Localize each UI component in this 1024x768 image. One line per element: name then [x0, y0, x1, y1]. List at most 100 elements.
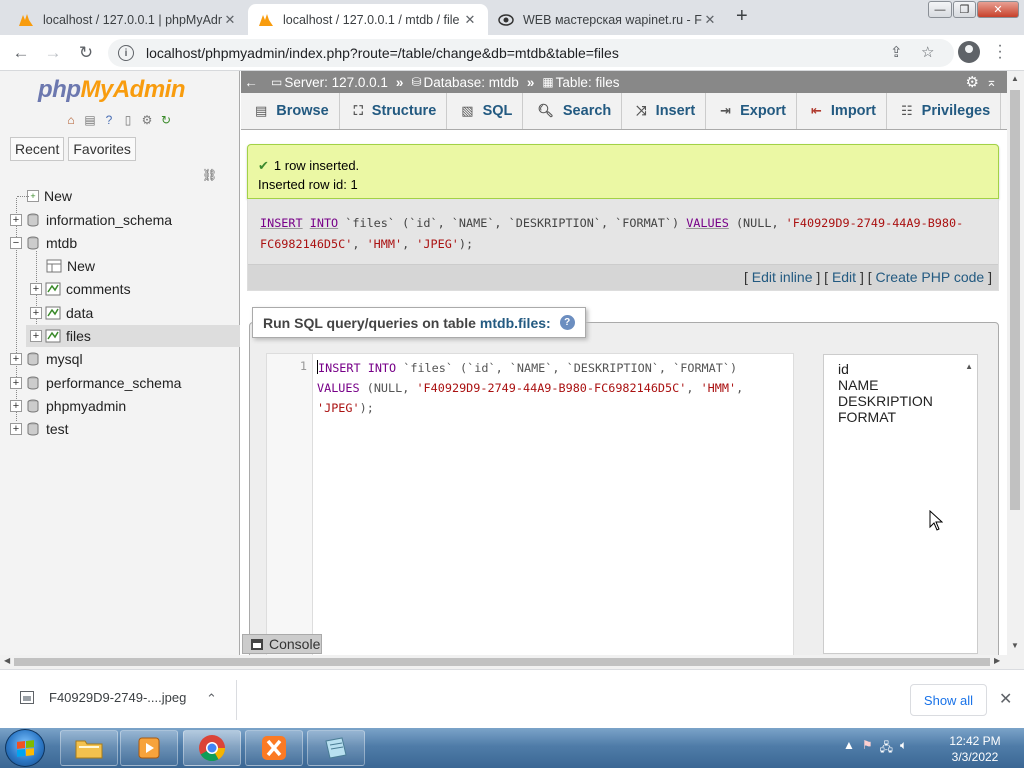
info-icon[interactable]: i: [118, 45, 134, 61]
settings-gear-icon[interactable]: ⚙: [139, 112, 155, 128]
tab-import[interactable]: ⇤ Import: [797, 93, 888, 129]
scroll-left-arrow-icon[interactable]: ◀: [4, 656, 10, 665]
expand-icon[interactable]: +: [10, 353, 22, 365]
show-hidden-icons-icon[interactable]: ▲: [843, 738, 855, 759]
tab-structure[interactable]: ⛶ Structure: [340, 93, 448, 129]
reload-button[interactable]: ↻: [73, 40, 99, 66]
tree-item-mysql[interactable]: + mysql: [10, 348, 83, 370]
expand-icon[interactable]: +: [30, 330, 42, 342]
breadcrumb-table[interactable]: ▦ Table: files: [542, 75, 619, 90]
new-tab-button[interactable]: +: [736, 5, 748, 28]
tree-item-phpmyadmin[interactable]: + phpmyadmin: [10, 395, 126, 417]
help-icon[interactable]: ?: [559, 315, 575, 330]
tab-browse[interactable]: ▤ Browse: [241, 93, 340, 129]
favorites-button[interactable]: Favorites: [68, 137, 136, 161]
browser-menu-icon[interactable]: · · ·: [996, 38, 1004, 66]
close-icon[interactable]: ✕: [222, 12, 238, 28]
tree-item-test[interactable]: + test: [10, 418, 69, 440]
vertical-scrollbar[interactable]: ▲ ▼: [1007, 71, 1024, 655]
close-icon[interactable]: ✕: [702, 12, 718, 28]
expand-icon[interactable]: +: [30, 307, 42, 319]
tree-item-files[interactable]: + files: [26, 325, 240, 347]
tree-item-mtdb-new[interactable]: New: [34, 255, 95, 277]
tab-sql[interactable]: ▧ SQL: [447, 93, 524, 129]
collapse-icon[interactable]: −: [10, 237, 22, 249]
logout-icon[interactable]: ▤: [82, 112, 98, 128]
breadcrumb-database[interactable]: ⛁ Database: mtdb: [411, 75, 518, 90]
edit-inline-link[interactable]: Edit inline: [752, 269, 813, 285]
column-list[interactable]: id NAME DESKRIPTION FORMAT ▲: [823, 354, 978, 654]
expand-icon[interactable]: +: [10, 214, 22, 226]
close-icon[interactable]: ✕: [462, 12, 478, 28]
scroll-right-arrow-icon[interactable]: ▶: [994, 656, 1000, 665]
phpmyadmin-logo[interactable]: phpMyAdmin: [38, 76, 185, 104]
forward-button[interactable]: →: [40, 40, 66, 66]
expand-icon[interactable]: +: [30, 283, 42, 295]
sql-editor-text[interactable]: INSERT INTO `files` (`id`, `NAME`, `DESK…: [317, 358, 787, 418]
browser-tab-files[interactable]: localhost / 127.0.0.1 / mtdb / file ✕: [248, 4, 488, 35]
browser-tab-wapinet[interactable]: WEB мастерская wapinet.ru - F4 ✕: [488, 4, 728, 35]
column-option[interactable]: id: [838, 361, 963, 377]
volume-icon[interactable]: 🔈︎: [900, 738, 907, 759]
taskbar-media-player[interactable]: [120, 730, 178, 766]
expand-icon[interactable]: +: [10, 423, 22, 435]
system-clock[interactable]: 12:42 PM 3/3/2022: [940, 733, 1010, 765]
tree-item-mtdb[interactable]: − mtdb: [10, 232, 77, 254]
scroll-thumb[interactable]: [1010, 90, 1020, 510]
start-button[interactable]: [5, 729, 45, 767]
create-php-code-link[interactable]: Create PHP code: [876, 269, 985, 285]
settings-gear-icon[interactable]: ⚙: [966, 73, 979, 91]
tree-item-information-schema[interactable]: + information_schema: [10, 209, 172, 231]
tree-item-data[interactable]: + data: [30, 302, 93, 324]
column-option[interactable]: NAME: [838, 377, 963, 393]
maximize-button[interactable]: ❐: [953, 1, 976, 18]
profile-avatar-icon[interactable]: [958, 41, 980, 63]
refresh-icon[interactable]: ↻: [158, 112, 174, 128]
address-bar[interactable]: i localhost/phpmyadmin/index.php?route=/…: [108, 39, 954, 67]
show-all-downloads-button[interactable]: Show all: [910, 684, 987, 716]
download-item[interactable]: F40929D9-2749-....jpeg: [20, 690, 186, 705]
action-center-flag-icon[interactable]: ⚑: [862, 738, 873, 759]
taskbar-xampp[interactable]: [245, 730, 303, 766]
taskbar-explorer[interactable]: [60, 730, 118, 766]
column-option[interactable]: DESKRIPTION: [838, 393, 963, 409]
console-toggle[interactable]: Console: [242, 634, 322, 654]
chevron-up-icon[interactable]: ⌃: [206, 691, 217, 707]
horizontal-scrollbar[interactable]: ◀ ▶: [0, 655, 1024, 669]
sql-editor[interactable]: 1 INSERT INTO `files` (`id`, `NAME`, `DE…: [266, 353, 794, 655]
back-button[interactable]: ←: [8, 40, 34, 66]
home-icon[interactable]: ⌂: [63, 112, 79, 128]
tab-search[interactable]: 🔍︎ Search: [523, 93, 623, 129]
bookmark-star-icon[interactable]: ☆: [921, 43, 934, 61]
edit-link[interactable]: Edit: [832, 269, 856, 285]
tree-item-performance-schema[interactable]: + performance_schema: [10, 372, 181, 394]
recent-button[interactable]: Recent: [10, 137, 65, 161]
tab-insert[interactable]: ⤨ Insert: [622, 93, 707, 129]
close-icon[interactable]: ✕: [999, 689, 1012, 709]
scroll-thumb[interactable]: [14, 658, 990, 666]
collapse-nav-button[interactable]: ←: [241, 75, 261, 90]
scroll-down-arrow-icon[interactable]: ▼: [1011, 641, 1019, 650]
collapse-icon[interactable]: ⌅: [986, 74, 997, 90]
taskbar-chrome[interactable]: [183, 730, 241, 766]
share-icon[interactable]: ⇪: [890, 43, 903, 61]
docs-icon[interactable]: ▯: [120, 112, 136, 128]
link-with-main-panel-icon[interactable]: ⛓: [202, 168, 217, 182]
taskbar-notepad[interactable]: [307, 730, 365, 766]
breadcrumb-server[interactable]: ▭ Server: 127.0.0.1: [271, 75, 388, 90]
minimize-button[interactable]: —: [928, 1, 952, 18]
url-text[interactable]: localhost/phpmyadmin/index.php?route=/ta…: [146, 45, 619, 61]
tree-item-new[interactable]: + New: [12, 185, 72, 207]
column-option[interactable]: FORMAT: [838, 409, 963, 425]
expand-icon[interactable]: +: [10, 377, 22, 389]
browser-tab-phpmyadmin-home[interactable]: localhost / 127.0.0.1 | phpMyAdm ✕: [8, 4, 248, 35]
tab-privileges[interactable]: ☷ Privileges: [887, 93, 1002, 129]
tree-item-comments[interactable]: + comments: [30, 278, 131, 300]
scroll-up-arrow-icon[interactable]: ▲: [965, 359, 973, 375]
window-close-button[interactable]: ✕: [977, 1, 1019, 18]
help-icon[interactable]: ?: [101, 112, 117, 128]
scroll-up-arrow-icon[interactable]: ▲: [1011, 74, 1019, 83]
tab-export[interactable]: ⇥ Export: [706, 93, 797, 129]
network-icon[interactable]: 🖧︎: [880, 738, 893, 759]
expand-icon[interactable]: +: [10, 400, 22, 412]
